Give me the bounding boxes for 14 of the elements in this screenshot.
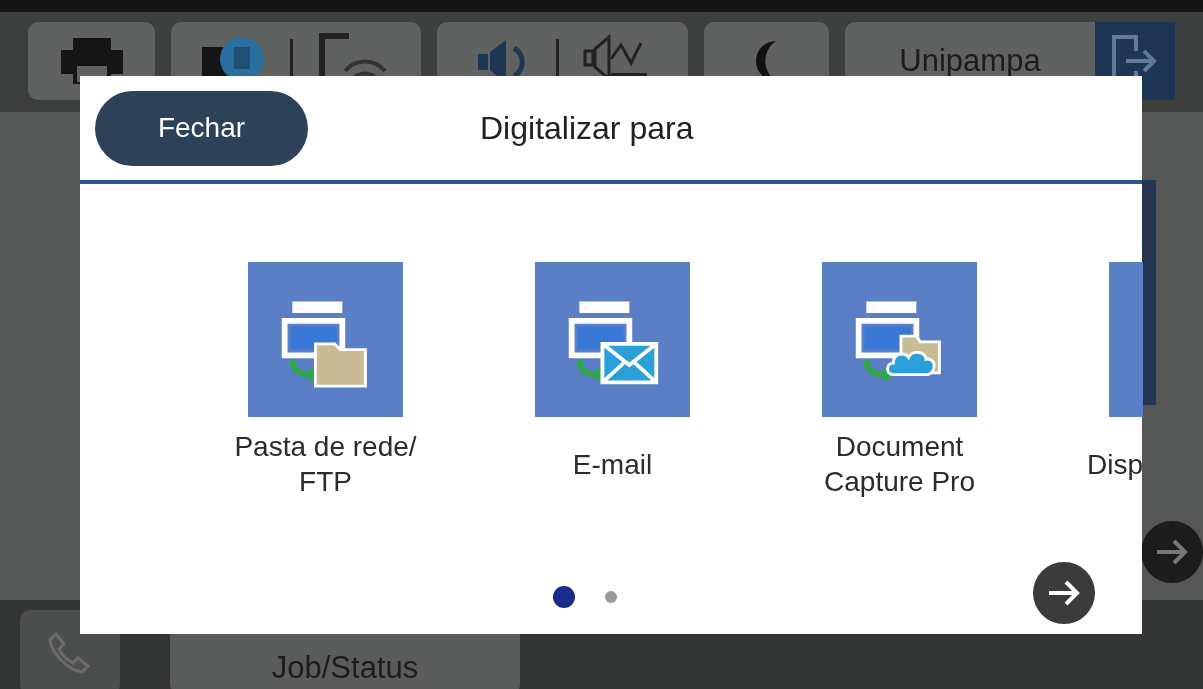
destination-label: Document Capture Pro: [823, 430, 976, 499]
scan-destination-tile[interactable]: [1109, 262, 1143, 417]
next-arrow-button[interactable]: [1033, 562, 1095, 624]
page-dot[interactable]: [553, 586, 575, 608]
destination-label: Pasta de rede/ FTP: [233, 430, 418, 499]
destination-label: Disp: [1087, 447, 1143, 482]
phone-icon: [48, 630, 92, 674]
destination-label: E-mail: [571, 447, 654, 482]
scan-destination-tile[interactable]: [535, 262, 690, 417]
page-dot[interactable]: [605, 591, 617, 603]
scan-destination-tile[interactable]: [822, 262, 977, 417]
scan-destination-tile[interactable]: [248, 262, 403, 417]
dialog-title: Digitalizar para: [480, 109, 694, 147]
close-button[interactable]: Fechar: [95, 90, 308, 166]
